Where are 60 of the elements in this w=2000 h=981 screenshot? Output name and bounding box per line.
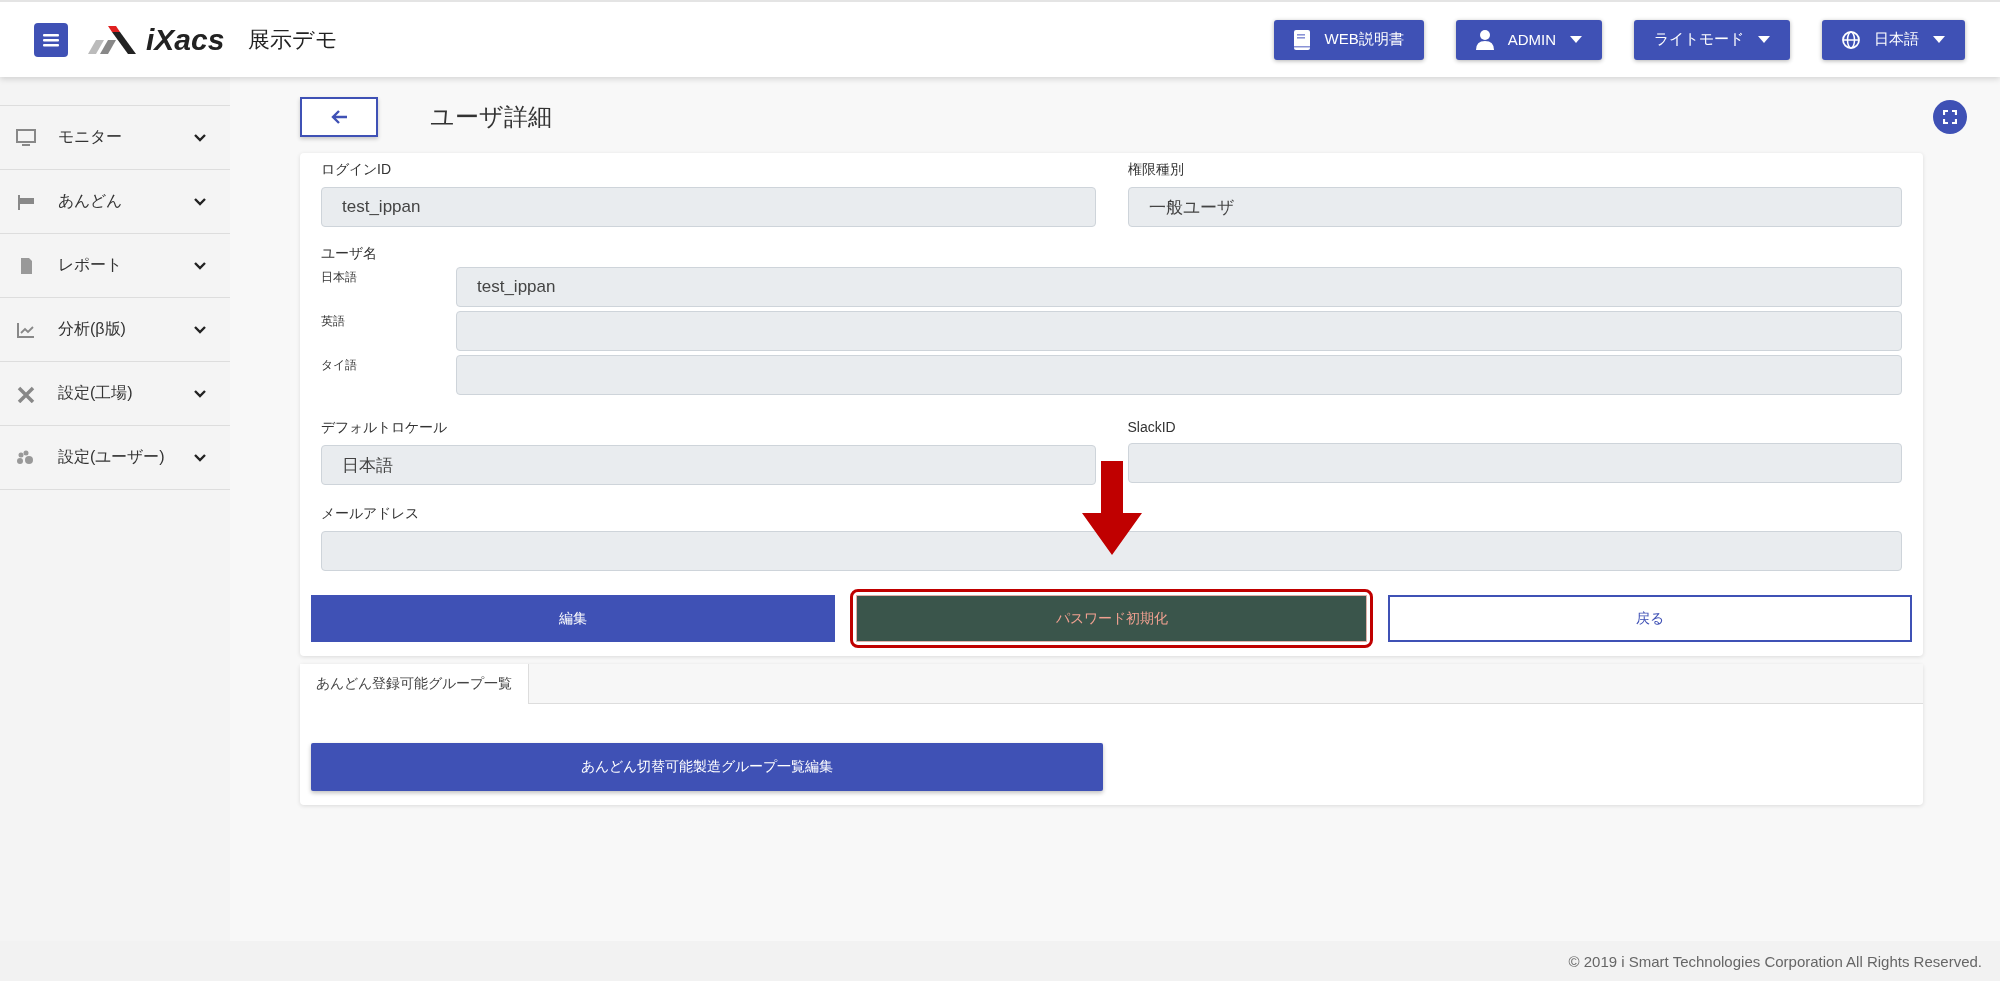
user-icon (1475, 29, 1494, 50)
caret-icon (1933, 36, 1945, 43)
language-label: 日本語 (321, 269, 358, 286)
field-label: デフォルトロケール (321, 419, 448, 437)
field-label: 権限種別 (1127, 161, 1185, 179)
page-title: ユーザ詳細 (430, 102, 552, 132)
header-button[interactable]: WEB説明書 (1274, 19, 1424, 60)
menu-button[interactable] (34, 22, 68, 57)
action-button[interactable]: 編集 (311, 595, 835, 642)
left-arrow-icon (330, 109, 348, 125)
book-icon (1294, 29, 1311, 50)
sidebar-item[interactable]: モニター (0, 105, 230, 169)
copyright-text: © 2019 i Smart Technologies Corporation All Rights Reserved. (1568, 952, 1982, 970)
chevron-down-icon (194, 133, 206, 142)
down-arrow-icon (1081, 461, 1142, 555)
menu-icon (43, 32, 59, 47)
sidebar-item[interactable]: 分析(β版) (0, 297, 230, 361)
field-label: SlackID (1127, 419, 1177, 435)
tab[interactable]: あんどん登録可能グループ一覧 (300, 664, 529, 704)
flag-icon (16, 192, 36, 211)
language-label: タイ語 (321, 357, 358, 374)
users-icon (16, 448, 36, 467)
user-name-field[interactable] (456, 355, 1902, 395)
locale-field[interactable]: 日本語 (321, 445, 1096, 485)
field-label: メールアドレス (321, 505, 420, 523)
edit-groups-button[interactable]: あんどん切替可能製造グループ一覧編集 (311, 743, 1103, 791)
sidebar-item[interactable]: 設定(工場) (0, 361, 230, 425)
monitor-icon (16, 128, 36, 147)
tools-icon (16, 384, 36, 403)
caret-icon (1758, 36, 1770, 43)
user-name-field[interactable]: test_ippan (456, 267, 1902, 307)
caret-icon (1570, 36, 1582, 43)
role-field[interactable]: 一般ユーザ (1127, 187, 1902, 227)
field-label: ユーザ名 (321, 245, 378, 263)
header-button[interactable]: 日本語 (1822, 19, 1965, 60)
chevron-down-icon (194, 197, 206, 206)
action-button[interactable]: 戻る (1388, 595, 1912, 642)
header-button[interactable]: ライトモード (1634, 19, 1790, 60)
email-field[interactable] (321, 531, 1902, 571)
slack-id-field[interactable] (1127, 443, 1902, 483)
field-label: ログインID (321, 161, 392, 179)
sidebar-item[interactable]: 設定(ユーザー) (0, 425, 230, 490)
globe-icon (1842, 30, 1860, 49)
chevron-down-icon (194, 453, 206, 462)
sidebar-item[interactable]: あんどん (0, 169, 230, 233)
logo-text: iXacs (146, 22, 225, 57)
site-name: 展示デモ (248, 25, 339, 54)
action-button[interactable]: パスワード初期化 (855, 595, 1368, 642)
login-id-field[interactable]: test_ippan (321, 187, 1096, 227)
header-button[interactable]: ADMIN (1455, 19, 1602, 60)
line-chart-icon (16, 320, 36, 339)
chevron-down-icon (194, 389, 206, 398)
fullscreen-button[interactable] (1933, 100, 1967, 134)
user-name-field[interactable] (456, 311, 1902, 351)
language-label: 英語 (321, 313, 346, 330)
sidebar-item[interactable]: レポート (0, 233, 230, 297)
back-button[interactable] (300, 97, 378, 137)
chevron-down-icon (194, 261, 206, 270)
fullscreen-icon (1943, 110, 1957, 124)
chevron-down-icon (194, 325, 206, 334)
